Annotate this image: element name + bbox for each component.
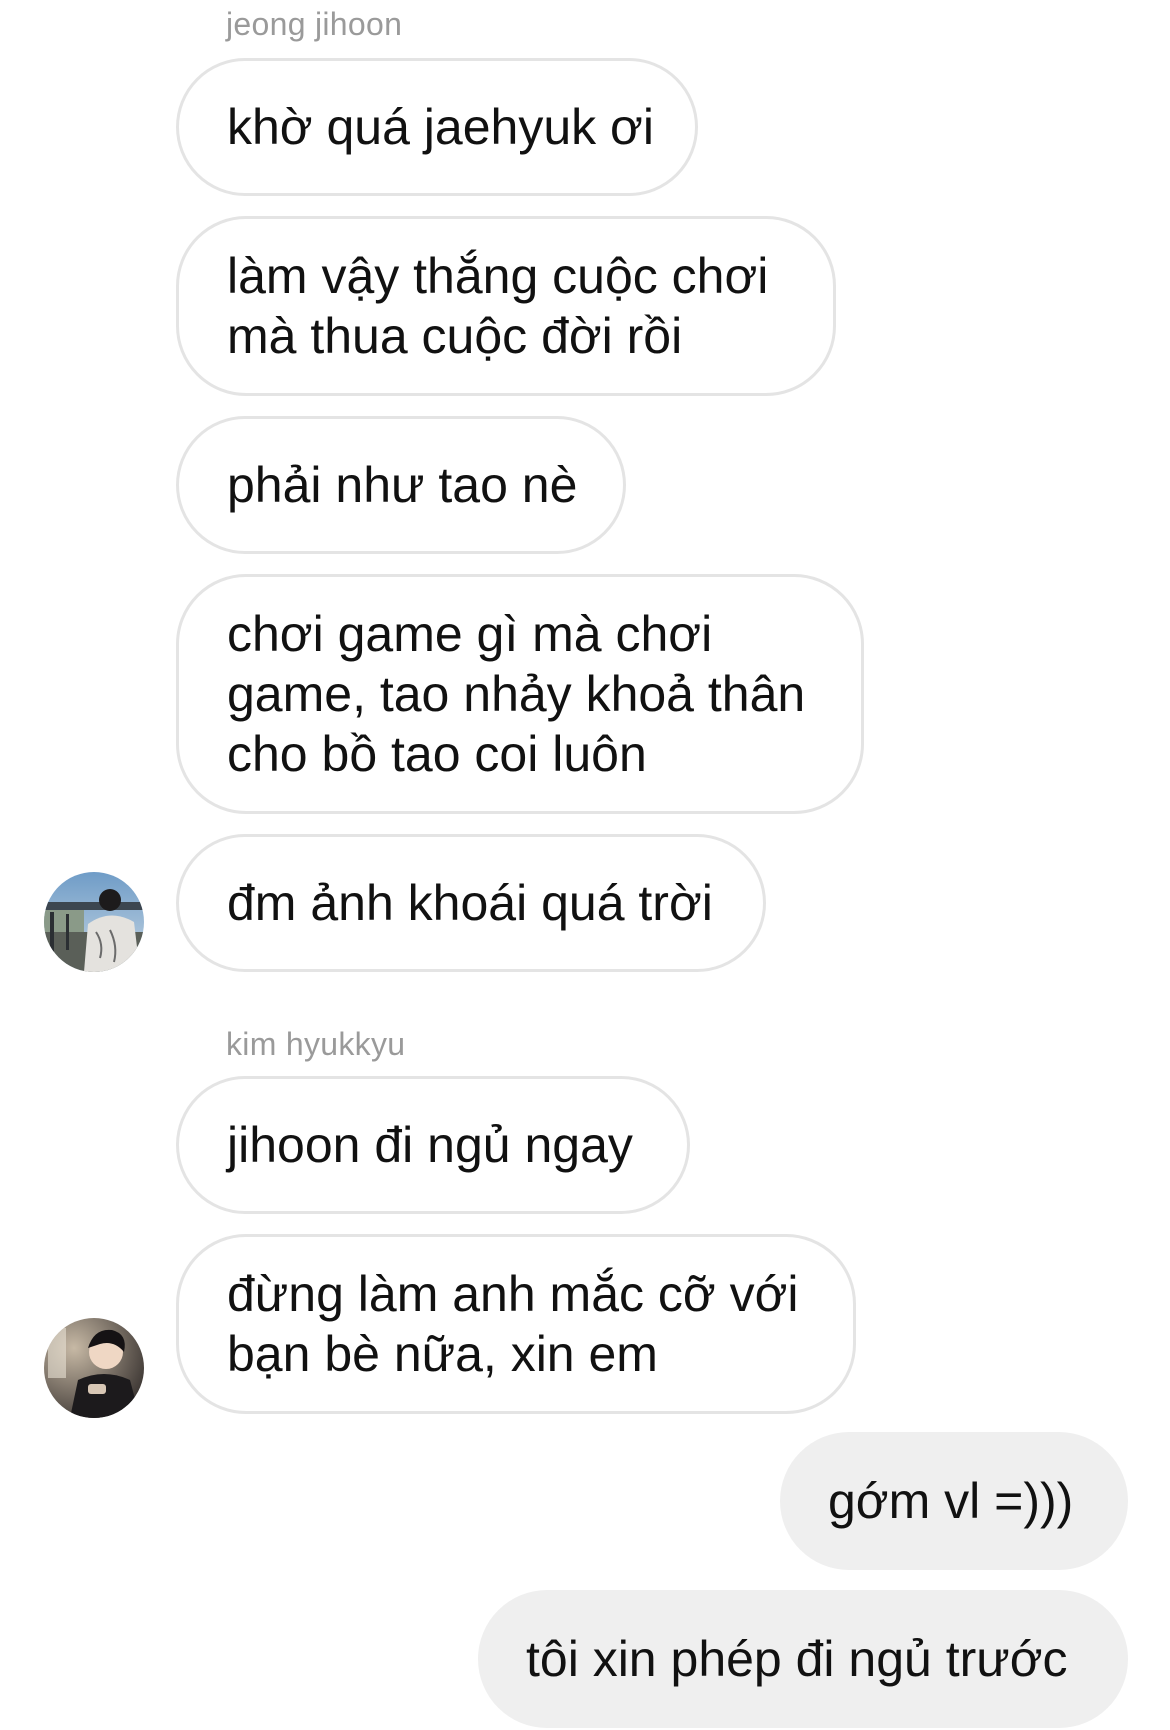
message-text: phải như tao nè [227, 457, 578, 513]
message-text: cho bồ tao coi luôn [227, 726, 647, 782]
message-text: làm vậy thắng cuộc chơi [227, 248, 769, 304]
avatar-jeong-jihoon[interactable] [44, 872, 144, 972]
message-text: mà thua cuộc đời rồi [227, 308, 683, 364]
message-bubble[interactable]: đm ảnh khoái quá trời [176, 834, 766, 972]
message-text: khờ quá jaehyuk ơi [227, 99, 654, 155]
message-bubble[interactable]: jihoon đi ngủ ngay [176, 1076, 690, 1214]
message-text: bạn bè nữa, xin em [227, 1326, 658, 1382]
message-text: jihoon đi ngủ ngay [227, 1117, 633, 1173]
avatar-kim-hyukkyu[interactable] [44, 1318, 144, 1418]
message-text: gớm vl =))) [828, 1473, 1074, 1529]
message-text: đm ảnh khoái quá trời [227, 875, 713, 931]
message-text: chơi game gì mà chơi [227, 606, 713, 662]
sender-name-jeong-jihoon: jeong jihoon [226, 6, 403, 42]
message-bubble[interactable]: đừng làm anh mắc cỡ với bạn bè nữa, xin … [176, 1234, 856, 1414]
message-text: tôi xin phép đi ngủ trước [526, 1631, 1068, 1687]
outgoing-message-bubble[interactable]: gớm vl =))) [780, 1432, 1128, 1570]
message-text: đừng làm anh mắc cỡ với [227, 1266, 799, 1322]
message-bubble[interactable]: khờ quá jaehyuk ơi [176, 58, 698, 196]
message-text: game, tao nhảy khoả thân [227, 666, 806, 722]
sender-name-kim-hyukkyu: kim hyukkyu [226, 1026, 406, 1062]
message-bubble[interactable]: làm vậy thắng cuộc chơi mà thua cuộc đời… [176, 216, 836, 396]
outgoing-message-bubble[interactable]: tôi xin phép đi ngủ trước [478, 1590, 1128, 1728]
message-bubble[interactable]: phải như tao nè [176, 416, 626, 554]
message-bubble[interactable]: chơi game gì mà chơi game, tao nhảy khoả… [176, 574, 864, 814]
